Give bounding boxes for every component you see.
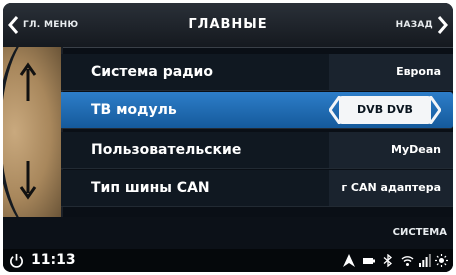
navigation-icon <box>343 254 355 267</box>
screen: ГЛ. МЕНЮ ГЛАВНЫЕ НАЗАД Система радио Евр… <box>3 3 453 272</box>
status-bar: 11:13 <box>3 249 453 272</box>
scroll-up-icon[interactable] <box>17 61 39 105</box>
power-icon[interactable] <box>9 253 24 268</box>
setting-value: Европа <box>396 65 441 78</box>
setting-row-user[interactable]: Пользовательские MyDean <box>61 132 453 169</box>
tv-module-selector[interactable]: DVB DVB <box>329 96 441 124</box>
scroll-panel[interactable] <box>3 47 63 217</box>
signal-icon <box>419 254 431 267</box>
setting-row-tv-module[interactable]: ТВ модуль DVB DVB <box>61 92 453 129</box>
setting-row-radio-system[interactable]: Система радио Европа <box>61 54 453 91</box>
back-button[interactable]: НАЗАД <box>396 13 449 37</box>
chevron-right-icon[interactable] <box>429 96 441 124</box>
wifi-icon <box>401 256 414 266</box>
setting-value: г CAN адаптера <box>341 181 441 194</box>
battery-icon <box>363 258 375 264</box>
scroll-down-icon[interactable] <box>17 157 39 201</box>
setting-row-can-bus[interactable]: Тип шины CAN г CAN адаптера <box>61 170 453 207</box>
setting-value: MyDean <box>391 143 441 156</box>
clock: 11:13 <box>31 252 76 268</box>
bluetooth-icon <box>383 254 393 267</box>
setting-label: Система радио <box>91 64 213 80</box>
setting-label: ТВ модуль <box>91 102 177 118</box>
setting-label: Тип шины CAN <box>91 180 210 196</box>
chevron-right-icon <box>437 16 448 34</box>
system-button[interactable]: СИСТЕМА <box>393 223 447 243</box>
setting-value-box: г CAN адаптера <box>329 170 453 206</box>
setting-label: Пользовательские <box>91 142 242 158</box>
setting-value-box: MyDean <box>329 132 453 168</box>
system-bar: СИСТЕМА <box>3 217 453 249</box>
brightness-icon[interactable] <box>435 254 448 267</box>
page-title: ГЛАВНЫЕ <box>188 17 268 32</box>
setting-value: DVB DVB <box>357 103 413 116</box>
setting-value-box: Европа <box>329 54 453 90</box>
header-bar: ГЛ. МЕНЮ ГЛАВНЫЕ НАЗАД <box>3 3 453 48</box>
back-label: НАЗАД <box>395 20 433 30</box>
